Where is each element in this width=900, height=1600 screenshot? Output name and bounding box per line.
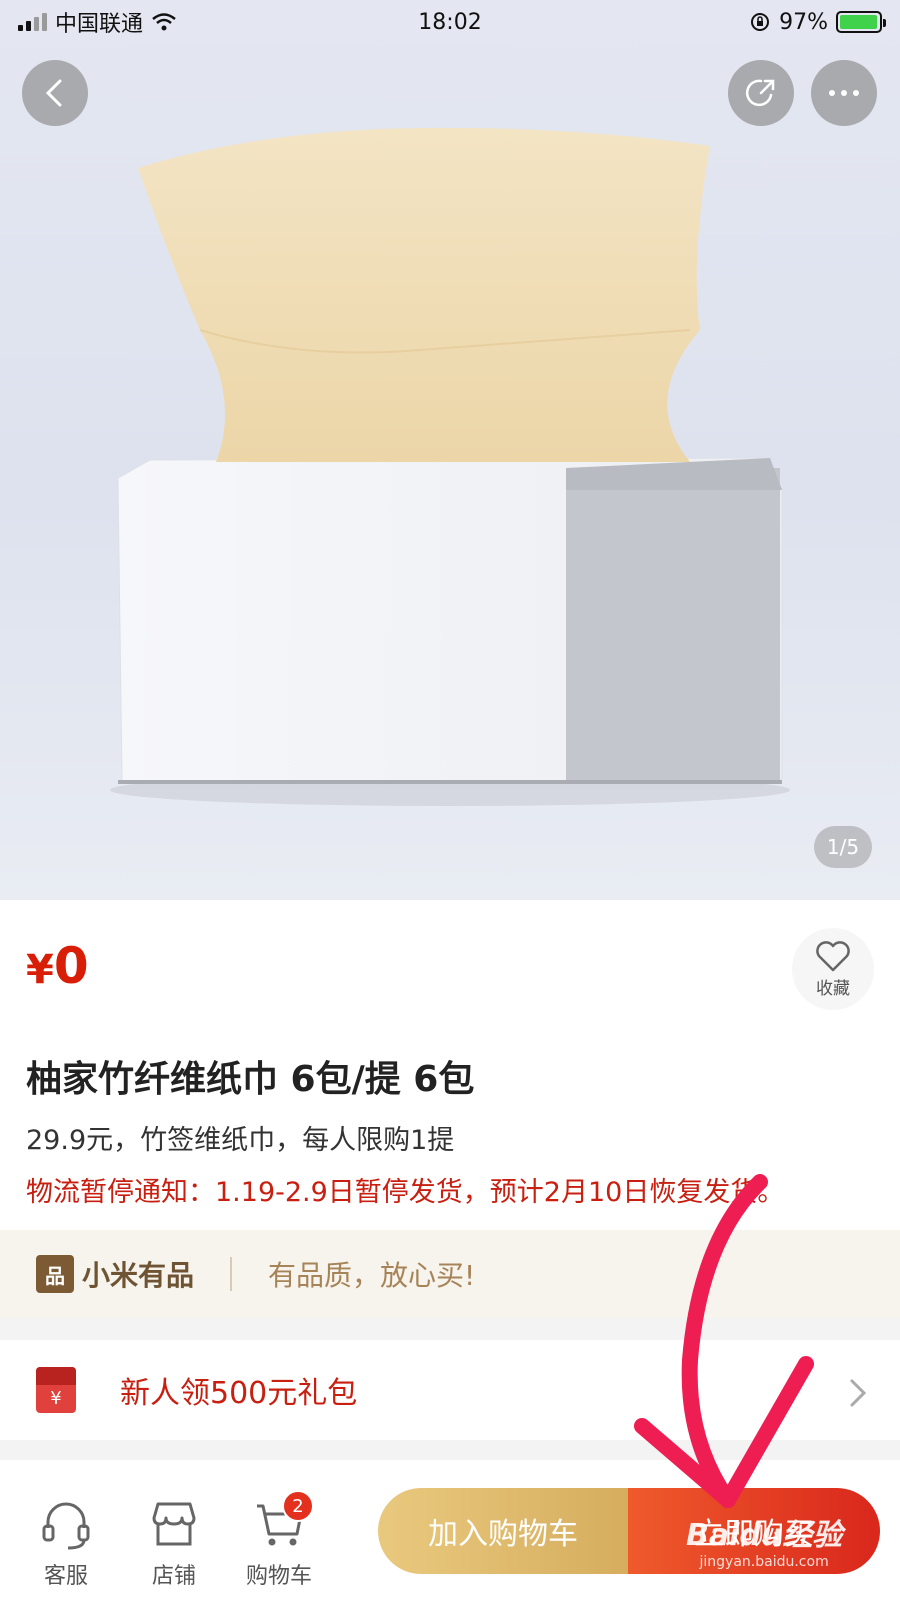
headset-icon <box>42 1502 90 1550</box>
battery-percent: 97% <box>779 9 828 35</box>
heart-icon <box>816 940 850 971</box>
favorite-label: 收藏 <box>816 978 850 999</box>
rotation-lock-icon <box>751 13 770 31</box>
watermark-url: jingyan.baidu.com <box>699 1554 829 1570</box>
image-counter: 1/5 <box>814 826 872 868</box>
shipping-notice: 物流暂停通知：1.19-2.9日暂停发货，预计2月10日恢复发货。 <box>26 1177 785 1208</box>
brand-name: 小米有品 <box>82 1259 195 1292</box>
more-button[interactable] <box>811 60 877 126</box>
share-button[interactable] <box>728 60 794 126</box>
youpin-logo: 品 <box>36 1255 74 1293</box>
customer-service-tab[interactable]: 客服 <box>38 1496 94 1590</box>
status-bar: 中国联通 18:02 97% <box>0 0 900 44</box>
section-divider <box>0 1318 900 1340</box>
brand-divider <box>230 1257 233 1291</box>
favorite-button[interactable]: 收藏 <box>792 928 874 1010</box>
new-user-gift-row[interactable]: ¥ 新人领500元礼包 <box>0 1340 900 1440</box>
red-envelope-icon: ¥ <box>36 1367 76 1413</box>
share-icon <box>745 79 775 107</box>
status-right: 97% <box>749 9 886 35</box>
battery-level <box>840 15 877 29</box>
customer-service-label: 客服 <box>43 1564 88 1589</box>
carrier-name: 中国联通 <box>55 12 144 37</box>
add-to-cart-button[interactable]: 加入购物车 <box>378 1488 628 1574</box>
baidu-jingyan-watermark: Baidu经验 jingyan.baidu.com <box>686 1510 842 1570</box>
battery-icon <box>836 11 886 33</box>
product-title: 柚家竹纤维纸巾 6包/提 6包 <box>26 1059 475 1100</box>
gift-text: 新人领500元礼包 <box>120 1376 358 1411</box>
shop-label: 店铺 <box>151 1564 196 1589</box>
brand-bar[interactable]: 品 小米有品 有品质，放心买! <box>0 1230 900 1318</box>
watermark-brand: Baidu经验 <box>686 1518 843 1553</box>
chevron-left-icon <box>45 79 62 107</box>
tissue-box-illustration <box>110 127 790 806</box>
status-left: 中国联通 <box>18 6 177 38</box>
back-button[interactable] <box>22 60 88 126</box>
cart-count-badge: 2 <box>282 1490 314 1522</box>
wifi-icon <box>152 13 176 31</box>
signal-icon <box>18 13 47 31</box>
shop-tab[interactable]: 店铺 <box>146 1496 202 1590</box>
cart-label: 购物车 <box>246 1564 313 1589</box>
chevron-right-icon <box>848 1376 868 1417</box>
red-envelope-glyph: ¥ <box>50 1388 62 1409</box>
product-image[interactable]: 1/5 <box>0 0 900 900</box>
more-dots-icon <box>829 90 859 96</box>
section-divider-2 <box>0 1440 900 1460</box>
price-value: 0 <box>53 937 89 995</box>
store-icon <box>152 1502 196 1546</box>
product-subtitle: 29.9元，竹签维纸巾，每人限购1提 <box>26 1125 455 1156</box>
cart-tab[interactable]: 2 购物车 <box>246 1490 314 1590</box>
product-price: ¥0 <box>26 936 89 1000</box>
brand-slogan: 有品质，放心买! <box>268 1259 476 1292</box>
currency-symbol: ¥ <box>26 947 54 993</box>
